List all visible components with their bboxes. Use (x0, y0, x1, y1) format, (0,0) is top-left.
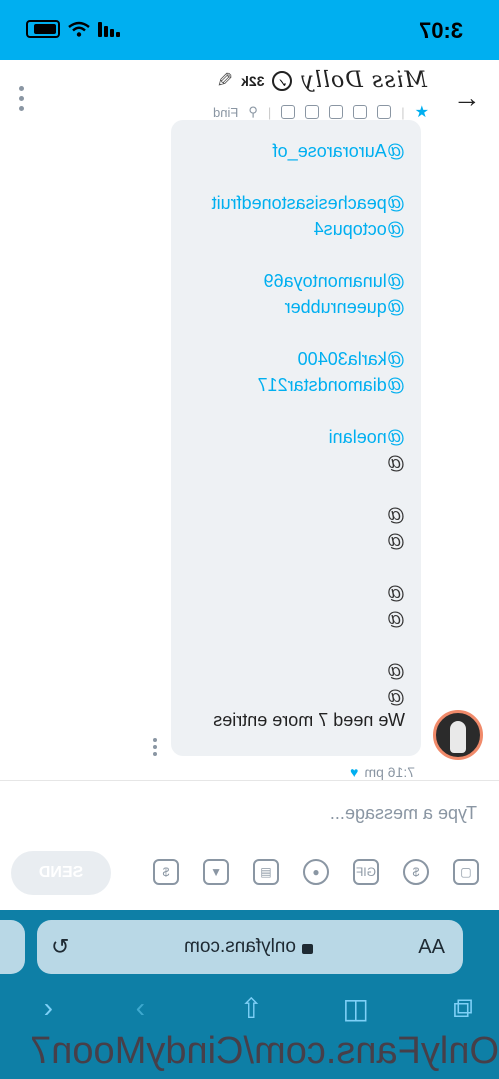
mute-bell-icon[interactable] (377, 105, 392, 119)
mention-placeholder: @ (386, 505, 405, 525)
cellular-signal-icon (98, 21, 120, 37)
share-icon[interactable]: ⇧ (240, 992, 263, 1025)
subscriber-count: 32k (241, 72, 265, 89)
star-icon[interactable]: ★ (415, 102, 429, 122)
profile-name-row[interactable]: Miss Dolly ✓ 32k ✎ (216, 68, 427, 93)
tabs-icon[interactable]: ⧉ (453, 992, 473, 1025)
mention-placeholder: @ (386, 531, 405, 551)
message-time: 7:16 pm (364, 764, 415, 780)
next-tab-peek[interactable] (0, 920, 25, 974)
chat-area[interactable]: We need 7 more entries @Aurorarose_of @pe… (0, 120, 499, 780)
message-options-icon[interactable] (153, 738, 157, 756)
heart-icon[interactable]: ♥ (350, 764, 358, 780)
vault-icon[interactable]: ▤ (253, 859, 279, 885)
address-bar[interactable]: AA onlyfans.com ↻ (37, 920, 463, 974)
url-text[interactable]: onlyfans.com (184, 936, 313, 958)
reload-icon[interactable]: ↻ (51, 934, 69, 960)
watermark-text: OnlyFans.com/CindyMoon7 (30, 1030, 499, 1072)
more-options-icon[interactable] (18, 86, 24, 111)
divider: | (267, 104, 272, 120)
profile-name[interactable]: Miss Dolly (300, 68, 427, 93)
message-meta: 7:16 pm ♥ (350, 764, 415, 780)
verified-badge-icon: ✓ (272, 70, 293, 91)
pin-icon[interactable] (329, 105, 344, 119)
url-label: onlyfans.com (184, 936, 296, 957)
mention-placeholder: @ (386, 583, 405, 603)
last-message: We need 7 more entries (213, 710, 405, 730)
avatar[interactable] (433, 710, 483, 760)
mention-link[interactable]: @noelani (329, 424, 405, 450)
divider: | (401, 104, 405, 120)
image-upload-icon[interactable]: ▢ (453, 859, 479, 885)
send-button[interactable]: SEND (11, 851, 111, 895)
tip-dollar-icon[interactable]: $ (403, 859, 429, 885)
status-bar: 3:07 (0, 0, 499, 60)
find-label[interactable]: Find (213, 105, 238, 120)
gallery-icon[interactable] (305, 105, 320, 119)
bookmarks-book-icon[interactable]: ◫ (343, 992, 369, 1025)
status-time: 3:07 (418, 18, 463, 43)
price-tag-icon[interactable]: $ (153, 859, 179, 885)
mention-link[interactable]: @peachesisastonedfruit (212, 190, 405, 216)
back-chevron-icon[interactable]: ‹ (44, 992, 53, 1024)
battery-icon (26, 20, 60, 38)
mirrored-screen: 3:07 ← Miss Dolly ✓ 32k ✎ ★ | | ⚲ Find W… (0, 0, 499, 1079)
lock-icon (302, 944, 313, 954)
browser-address-area: AA onlyfans.com ↻ (0, 910, 499, 982)
mention-placeholder: @ (386, 609, 405, 629)
wifi-icon (68, 21, 90, 37)
composer-icons: ▢ $ GIF ● ▤ ▼ $ (153, 859, 479, 885)
reader-aa-button[interactable]: AA (418, 936, 445, 959)
message-icon[interactable] (353, 105, 368, 119)
mention-link[interactable]: @diamondstar217 (258, 372, 405, 398)
message-bubble: We need 7 more entries @Aurorarose_of @pe… (171, 120, 421, 756)
mention-placeholder: @ (386, 687, 405, 707)
mention-link[interactable]: @lunamontoya69 (264, 268, 405, 294)
back-arrow-icon[interactable]: ← (453, 82, 481, 114)
message-input[interactable] (35, 797, 479, 829)
mention-placeholder: @ (386, 453, 405, 473)
mention-link[interactable]: @octopus4 (314, 216, 405, 242)
forward-chevron-icon[interactable]: › (136, 992, 145, 1024)
microphone-icon[interactable]: ● (303, 859, 329, 885)
chat-toolbar: ★ | | ⚲ Find (213, 102, 429, 122)
gif-icon[interactable]: GIF (353, 859, 379, 885)
edit-pencil-icon[interactable]: ✎ (216, 68, 233, 93)
schedule-calendar-icon[interactable]: ▼ (203, 859, 229, 885)
mention-link[interactable]: @Aurorarose_of (273, 138, 405, 164)
mention-link[interactable]: @queenrubber (285, 294, 405, 320)
status-icons (26, 20, 120, 38)
mention-link[interactable]: @karla30400 (298, 346, 405, 372)
message-composer: ▢ $ GIF ● ▤ ▼ $ SEND (0, 780, 499, 911)
mention-placeholder: @ (386, 661, 405, 681)
search-icon[interactable]: ⚲ (248, 104, 258, 120)
shop-icon[interactable] (281, 105, 296, 119)
